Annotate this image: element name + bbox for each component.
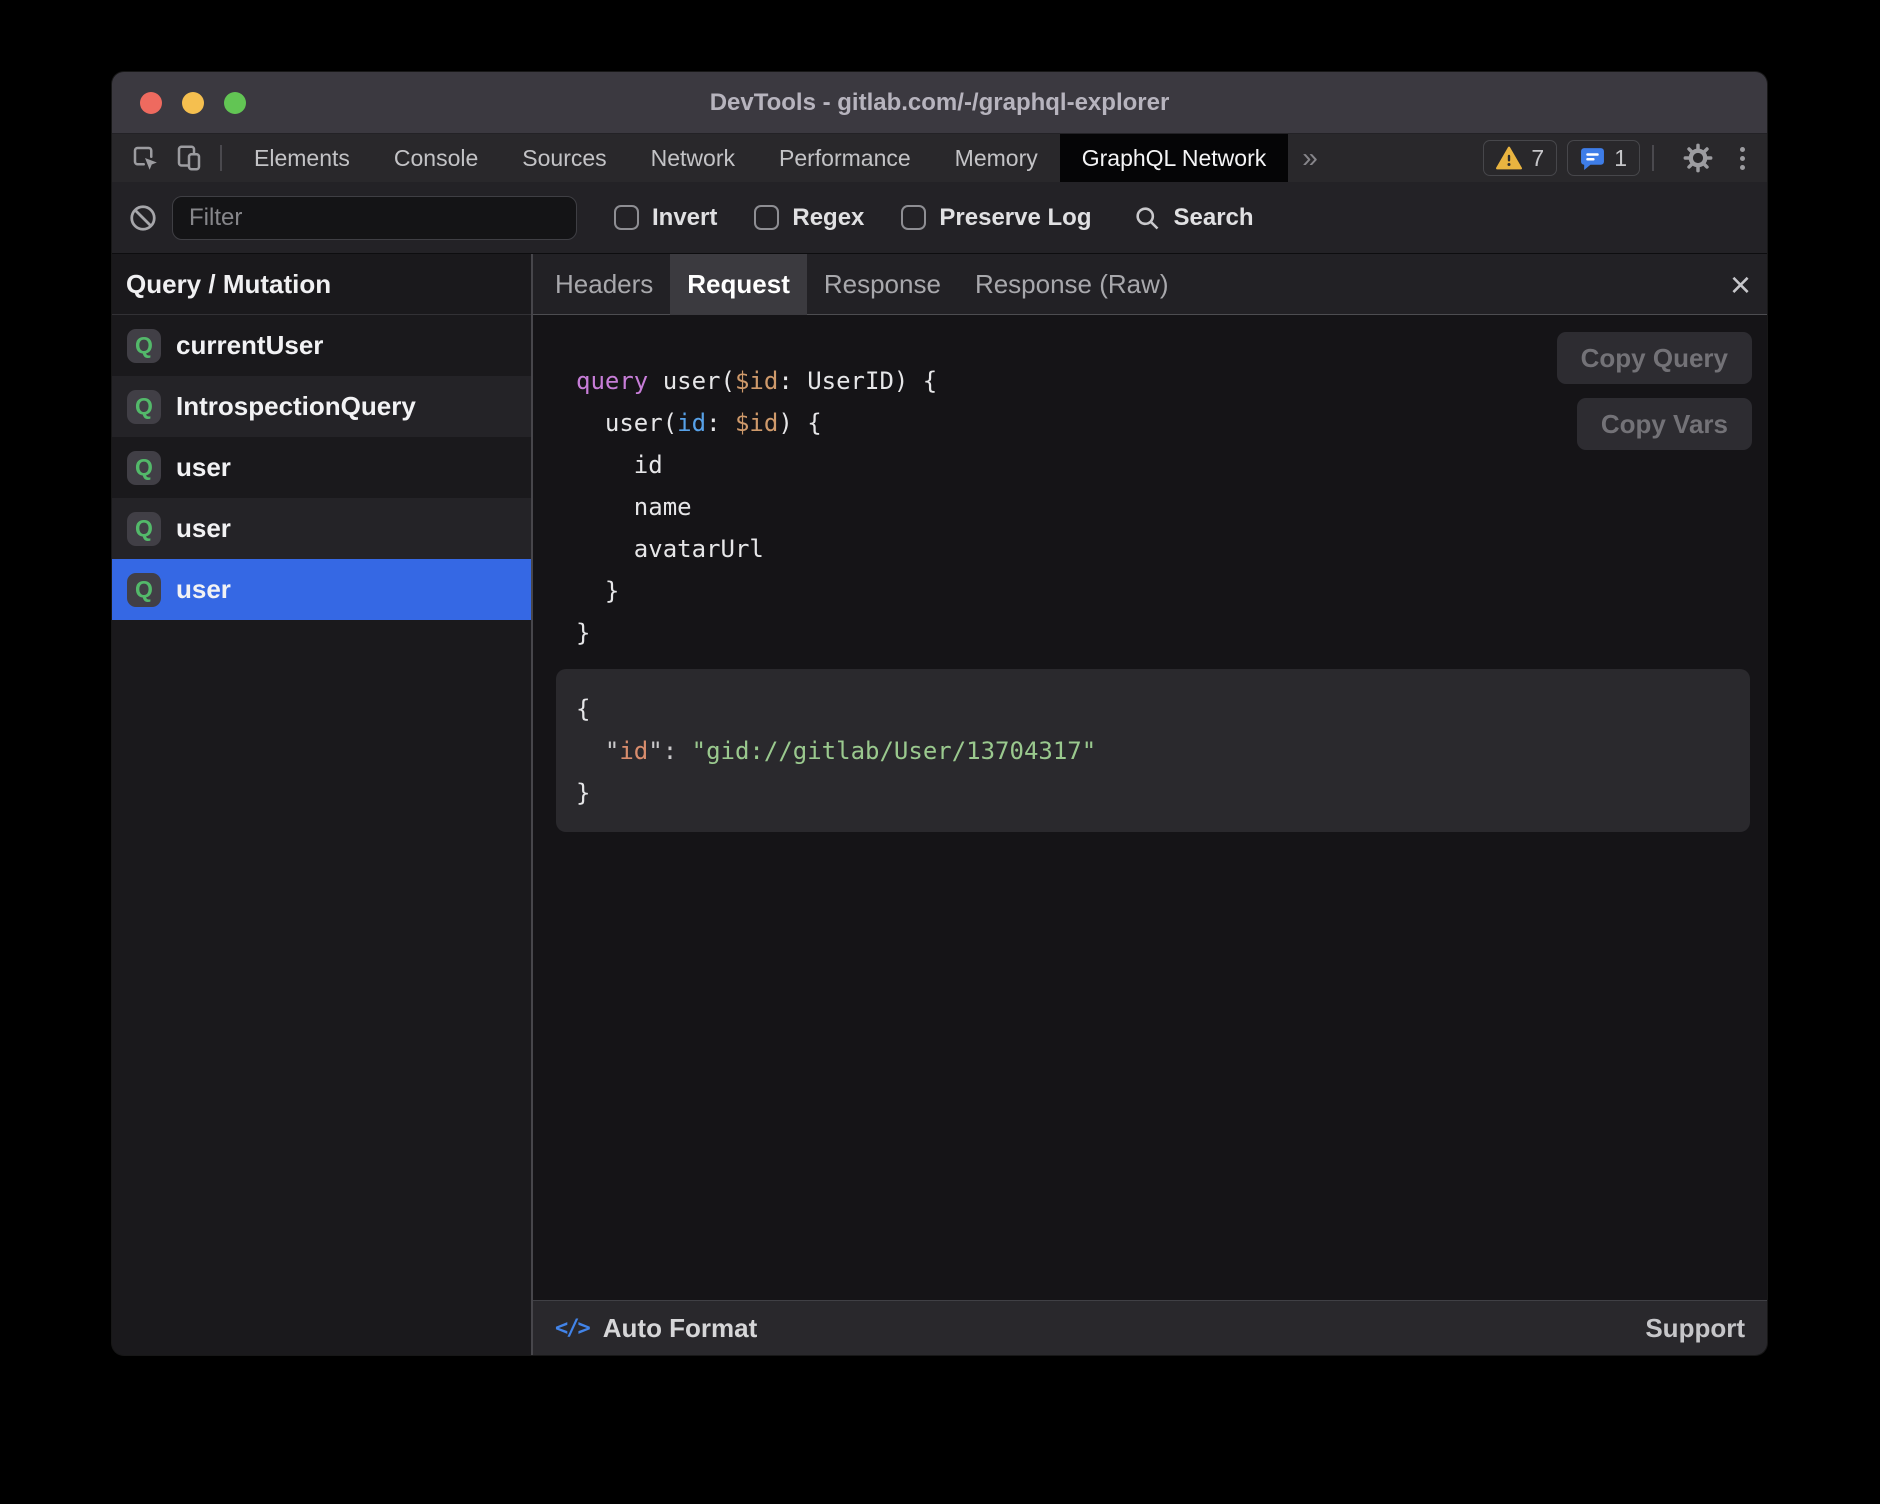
tab-console[interactable]: Console xyxy=(372,134,500,182)
vars-line: { xyxy=(576,688,1730,730)
detail-footer: </> Auto Format Support xyxy=(533,1300,1767,1355)
warnings-count: 7 xyxy=(1531,145,1544,172)
kebab-menu-icon[interactable] xyxy=(1732,147,1753,170)
query-name: IntrospectionQuery xyxy=(176,391,416,422)
preserve-log-checkbox-group[interactable]: Preserve Log xyxy=(901,204,1091,232)
code-token: $id xyxy=(735,409,778,437)
clear-block-icon[interactable] xyxy=(128,203,158,233)
window-title: DevTools - gitlab.com/-/graphql-explorer xyxy=(112,89,1767,117)
auto-format-button[interactable]: Auto Format xyxy=(603,1313,758,1344)
query-type-badge: Q xyxy=(127,512,161,546)
tab-performance[interactable]: Performance xyxy=(757,134,933,182)
code-line: id xyxy=(576,444,937,486)
main-content: Query / Mutation Q currentUser Q Introsp… xyxy=(112,254,1767,1355)
warning-icon xyxy=(1496,146,1522,170)
issues-count: 1 xyxy=(1614,145,1627,172)
code-token: : xyxy=(706,409,735,437)
titlebar: DevTools - gitlab.com/-/graphql-explorer xyxy=(112,72,1767,134)
filter-input[interactable] xyxy=(172,196,577,240)
invert-checkbox-group[interactable]: Invert xyxy=(614,204,717,232)
query-list-item[interactable]: Q user xyxy=(112,498,531,559)
code-token: user( xyxy=(648,367,735,395)
support-link[interactable]: Support xyxy=(1645,1313,1745,1344)
warnings-badge[interactable]: 7 xyxy=(1483,140,1557,176)
query-name: user xyxy=(176,574,231,605)
request-content: query user($id: UserID) { user(id: $id) … xyxy=(533,315,1767,1300)
regex-label: Regex xyxy=(792,204,864,232)
preserve-log-label: Preserve Log xyxy=(939,204,1091,232)
code-token: query xyxy=(576,367,648,395)
code-line: name xyxy=(576,486,937,528)
query-list-item[interactable]: Q IntrospectionQuery xyxy=(112,376,531,437)
query-name: currentUser xyxy=(176,330,323,361)
code-line: avatarUrl xyxy=(576,528,937,570)
query-variables-box: { "id": "gid://gitlab/User/13704317" } xyxy=(556,669,1750,832)
controls-divider xyxy=(1652,145,1654,171)
tab-sources[interactable]: Sources xyxy=(500,134,628,182)
tab-network[interactable]: Network xyxy=(629,134,757,182)
tab-elements[interactable]: Elements xyxy=(232,134,372,182)
invert-label: Invert xyxy=(652,204,717,232)
copy-query-button[interactable]: Copy Query xyxy=(1557,332,1752,384)
vars-token: id xyxy=(619,737,648,765)
tab-headers[interactable]: Headers xyxy=(538,254,670,315)
device-toolbar-icon[interactable] xyxy=(174,143,204,173)
devtools-window: DevTools - gitlab.com/-/graphql-explorer… xyxy=(112,72,1767,1355)
filter-toolbar: Invert Regex Preserve Log Search xyxy=(112,182,1767,254)
tab-response-raw[interactable]: Response (Raw) xyxy=(958,254,1186,315)
query-type-badge: Q xyxy=(127,451,161,485)
query-list-item[interactable]: Q user xyxy=(112,437,531,498)
detail-panel: Headers Request Response Response (Raw) … xyxy=(533,254,1767,1355)
issues-badge[interactable]: 1 xyxy=(1567,140,1640,176)
close-panel-icon[interactable]: × xyxy=(1730,254,1751,315)
vars-token: : xyxy=(663,737,692,765)
tab-response[interactable]: Response xyxy=(807,254,958,315)
tab-memory[interactable]: Memory xyxy=(933,134,1060,182)
query-list-header: Query / Mutation xyxy=(112,254,531,315)
more-tabs-icon[interactable]: » xyxy=(1288,142,1332,174)
query-list-item-selected[interactable]: Q user xyxy=(112,559,531,620)
tab-graphql-network[interactable]: GraphQL Network xyxy=(1060,134,1289,182)
code-line: } xyxy=(576,612,937,654)
query-type-badge: Q xyxy=(127,329,161,363)
settings-gear-icon[interactable] xyxy=(1674,142,1722,174)
graphql-query-code: query user($id: UserID) { user(id: $id) … xyxy=(576,360,937,654)
search-label: Search xyxy=(1173,204,1253,232)
tabbar-right-controls: 7 1 xyxy=(1483,140,1753,176)
preserve-log-checkbox[interactable] xyxy=(901,205,926,230)
code-token: id xyxy=(677,409,706,437)
code-token: ) { xyxy=(778,409,821,437)
copy-vars-button[interactable]: Copy Vars xyxy=(1577,398,1752,450)
toolbar-divider xyxy=(220,145,222,171)
query-type-badge: Q xyxy=(127,390,161,424)
desktop: { "window": { "title": "DevTools - gitla… xyxy=(0,0,1880,1504)
code-token: user( xyxy=(576,409,677,437)
invert-checkbox[interactable] xyxy=(614,205,639,230)
query-name: user xyxy=(176,513,231,544)
search-icon xyxy=(1133,204,1161,232)
query-list-item[interactable]: Q currentUser xyxy=(112,315,531,376)
query-name: user xyxy=(176,452,231,483)
inspect-element-icon[interactable] xyxy=(130,143,160,173)
regex-checkbox[interactable] xyxy=(754,205,779,230)
vars-token: " xyxy=(648,737,662,765)
code-line: } xyxy=(576,570,937,612)
message-icon xyxy=(1580,146,1605,171)
search-control[interactable]: Search xyxy=(1133,204,1253,232)
detail-tabbar: Headers Request Response Response (Raw) … xyxy=(533,254,1767,315)
vars-token: " xyxy=(576,737,619,765)
query-type-badge: Q xyxy=(127,573,161,607)
code-token: : UserID) { xyxy=(778,367,937,395)
code-token: $id xyxy=(735,367,778,395)
tab-request[interactable]: Request xyxy=(670,254,807,315)
regex-checkbox-group[interactable]: Regex xyxy=(754,204,864,232)
code-brackets-icon: </> xyxy=(555,1316,589,1341)
devtools-tabbar: Elements Console Sources Network Perform… xyxy=(112,134,1767,182)
query-list-panel: Query / Mutation Q currentUser Q Introsp… xyxy=(112,254,533,1355)
vars-token: "gid://gitlab/User/13704317" xyxy=(692,737,1097,765)
vars-line: } xyxy=(576,772,1730,814)
